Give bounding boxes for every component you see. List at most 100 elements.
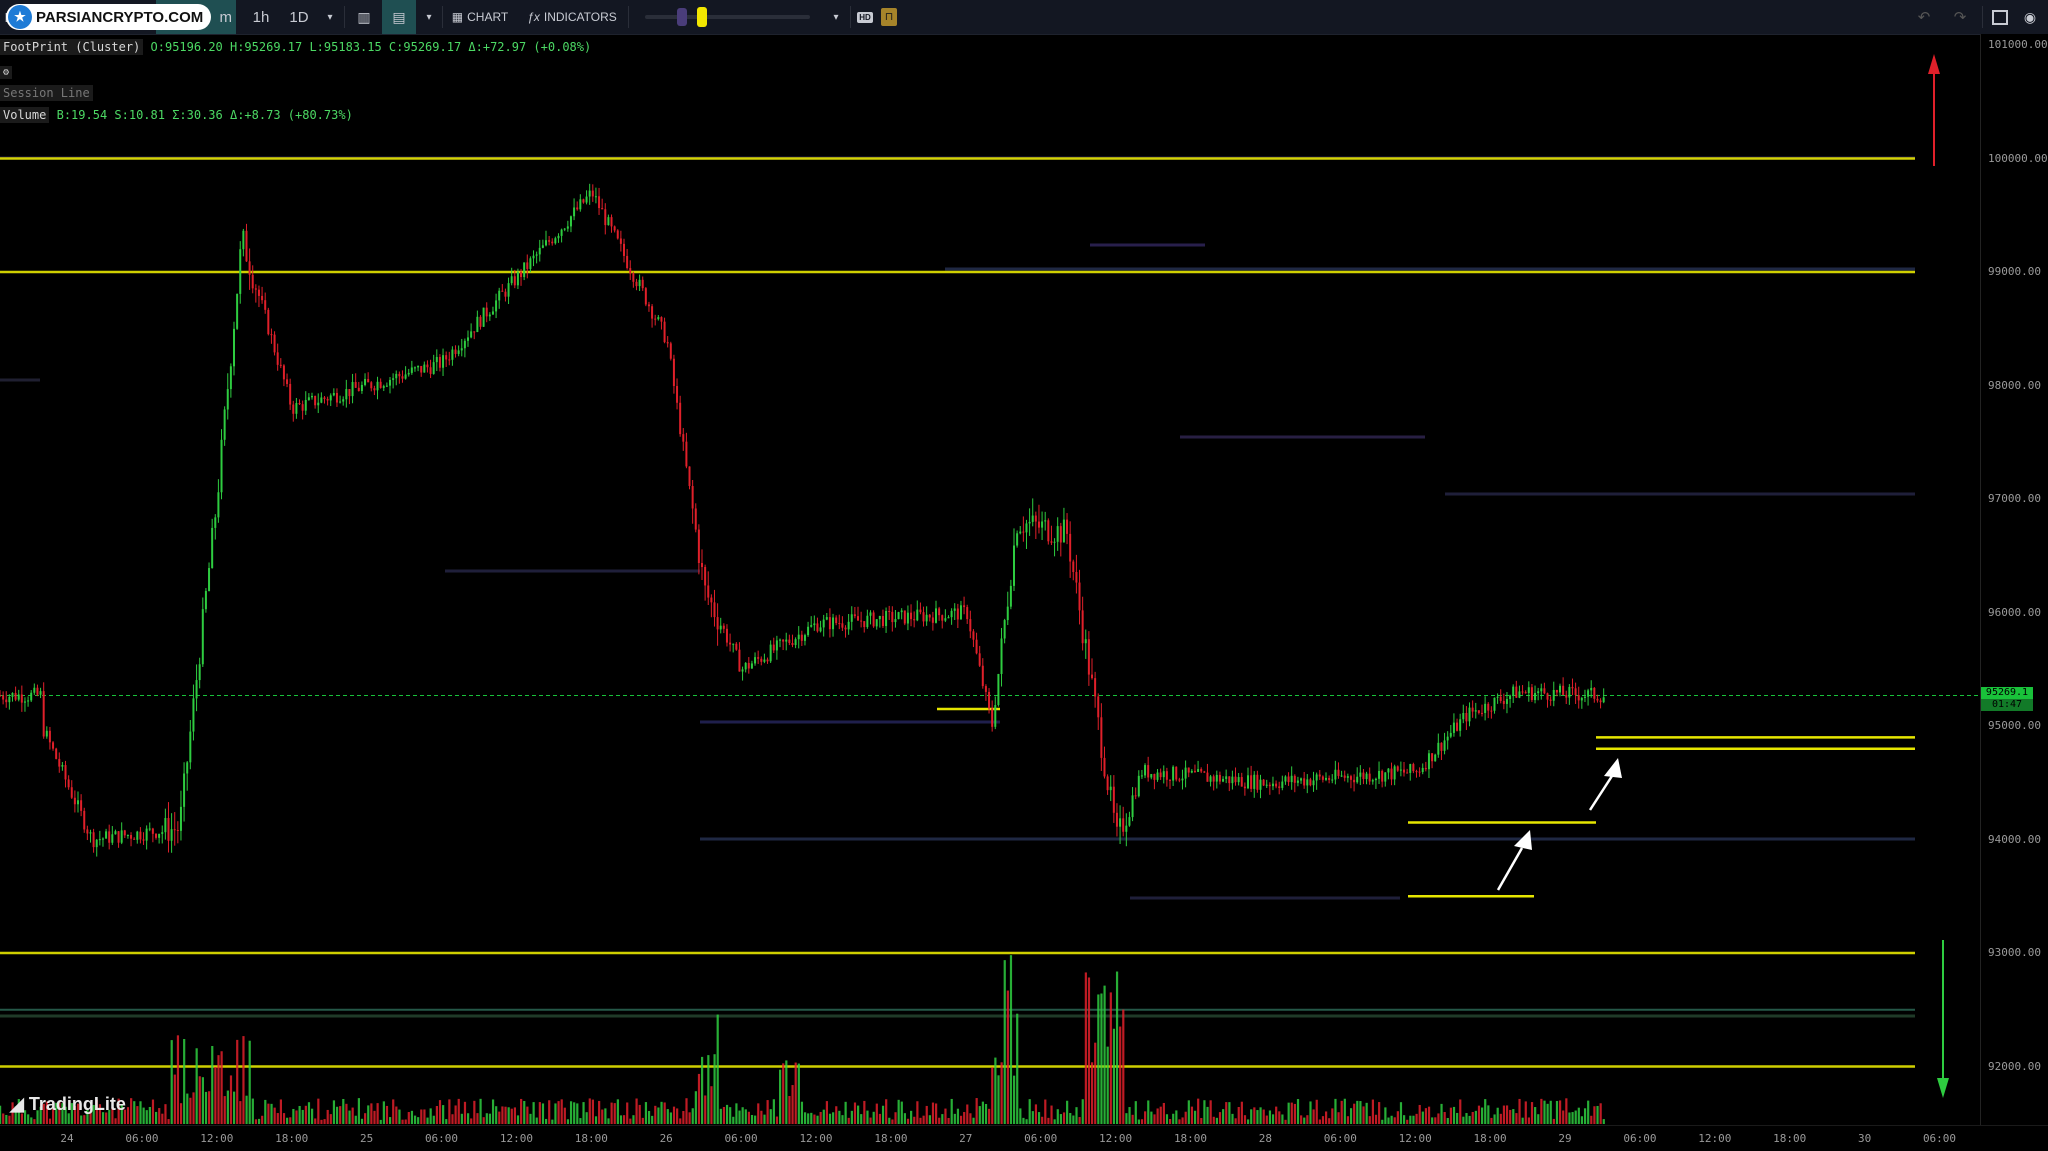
volume-bar xyxy=(1346,1116,1350,1124)
volume-bar xyxy=(838,1110,841,1124)
volume-bar xyxy=(779,1069,782,1124)
volume-indicator-name[interactable]: Volume xyxy=(0,107,50,123)
volume-bar xyxy=(813,1114,816,1124)
volume-bar xyxy=(1468,1115,1471,1124)
redo-icon[interactable]: ↷ xyxy=(1948,0,1972,34)
volume-bar xyxy=(953,1113,956,1124)
candle-body xyxy=(828,617,831,630)
volume-bar xyxy=(800,1101,804,1124)
candle-body xyxy=(111,834,114,843)
candle-body xyxy=(1502,700,1505,704)
candle-body xyxy=(476,316,479,333)
time-tick-label: 29 xyxy=(1558,1132,1572,1145)
candle-body xyxy=(45,730,48,737)
candle-body xyxy=(1321,776,1324,780)
volume-bar xyxy=(1368,1116,1371,1124)
screenshot-camera-icon[interactable]: ◉ xyxy=(2018,0,2042,34)
volume-legend[interactable]: Volume B:19.54 S:10.81 Σ:30.36 Δ:+8.73 (… xyxy=(0,107,353,123)
volume-bar xyxy=(186,1093,189,1124)
candle-body xyxy=(1406,772,1409,774)
volume-bar xyxy=(1515,1113,1518,1124)
candle-body xyxy=(488,314,491,317)
volume-bar xyxy=(969,1113,972,1124)
volume-bar xyxy=(1203,1100,1206,1124)
candle-body xyxy=(1109,786,1112,791)
volume-bar xyxy=(997,1075,1000,1124)
volume-bar xyxy=(1243,1115,1247,1124)
volume-bar xyxy=(295,1110,298,1124)
volume-bar xyxy=(1583,1108,1587,1124)
interval-1h-button[interactable]: 1h xyxy=(246,0,276,34)
slider-dropdown-icon[interactable]: ▾ xyxy=(826,0,846,34)
price-chart[interactable] xyxy=(0,34,1980,1128)
candle-body xyxy=(214,517,217,528)
volume-bar xyxy=(881,1105,885,1124)
candle-body xyxy=(1296,780,1299,783)
footprint-style-icon[interactable]: ▤ xyxy=(382,0,416,34)
undo-icon[interactable]: ↶ xyxy=(1912,0,1936,34)
volume-bar xyxy=(922,1115,925,1124)
candle-body xyxy=(410,367,413,373)
volume-bar xyxy=(1537,1114,1540,1124)
volume-values: B:19.54 S:10.81 Σ:30.36 Δ:+8.73 (+80.73%… xyxy=(56,108,353,122)
heatmap-slider-low-handle[interactable] xyxy=(677,8,687,26)
indicators-button[interactable]: ƒx INDICATORS xyxy=(524,0,620,34)
volume-bar xyxy=(819,1111,822,1124)
volume-bar xyxy=(1106,1046,1109,1124)
session-line-label[interactable]: Session Line xyxy=(0,85,93,101)
interval-1d-button[interactable]: 1D xyxy=(284,0,314,34)
hd-toggle[interactable]: HD xyxy=(856,0,874,34)
candle-body xyxy=(719,625,722,630)
candle-body xyxy=(860,620,863,622)
volume-bar xyxy=(947,1118,950,1124)
candle-body xyxy=(616,230,619,239)
volume-bar xyxy=(161,1113,164,1124)
volume-bar xyxy=(573,1102,576,1124)
fullscreen-icon[interactable] xyxy=(1988,0,2012,34)
volume-bar xyxy=(454,1105,457,1124)
candle-body xyxy=(872,612,875,627)
candle-body xyxy=(136,831,139,840)
candle-body xyxy=(803,635,806,641)
candle-body xyxy=(1150,774,1153,778)
heatmap-slider-high-handle[interactable] xyxy=(697,7,707,27)
lock-toggle[interactable]: ⊓ xyxy=(880,0,898,34)
volume-bar xyxy=(1271,1114,1275,1124)
volume-bar xyxy=(1184,1111,1187,1124)
footprint-legend[interactable]: FootPrint (Cluster) O:95196.20 H:95269.1… xyxy=(0,39,591,55)
footprint-indicator-name[interactable]: FootPrint (Cluster) xyxy=(0,39,144,55)
style-dropdown-icon[interactable]: ▾ xyxy=(420,0,438,34)
candle-body xyxy=(304,400,307,411)
candle-body xyxy=(981,665,984,687)
candle-body xyxy=(588,190,591,197)
price-axis[interactable] xyxy=(1980,34,2048,1128)
candle-body xyxy=(195,680,198,699)
volume-bar xyxy=(835,1106,838,1124)
candle-body xyxy=(364,378,367,385)
interval-dropdown-icon[interactable]: ▾ xyxy=(320,0,340,34)
volume-bar xyxy=(860,1114,863,1124)
price-tick-label: 97000.00 xyxy=(1988,492,2041,505)
volume-bar xyxy=(988,1108,991,1124)
settings-icon[interactable]: ⚙ xyxy=(0,64,13,79)
candle-body xyxy=(529,258,532,269)
volume-bar xyxy=(866,1110,869,1124)
volume-bar xyxy=(130,1098,133,1124)
candle-body xyxy=(1318,774,1321,777)
chart-button[interactable]: ▦ CHART xyxy=(448,0,512,34)
candle-body xyxy=(566,226,569,229)
volume-bar xyxy=(1262,1109,1265,1124)
candle-style-icon[interactable]: ▥ xyxy=(352,0,376,34)
candle-body xyxy=(1577,695,1580,701)
volume-bar xyxy=(1565,1098,1568,1124)
heatmap-slider-track[interactable] xyxy=(645,15,810,19)
candle-body xyxy=(573,207,576,217)
candle-body xyxy=(788,639,791,643)
session-line-legend[interactable]: Session Line xyxy=(0,85,93,101)
candle-body xyxy=(14,692,17,700)
candle-body xyxy=(598,196,601,209)
candle-body xyxy=(423,364,426,373)
volume-bar xyxy=(133,1101,136,1124)
volume-bar xyxy=(1378,1102,1381,1124)
volume-bar xyxy=(5,1114,8,1124)
